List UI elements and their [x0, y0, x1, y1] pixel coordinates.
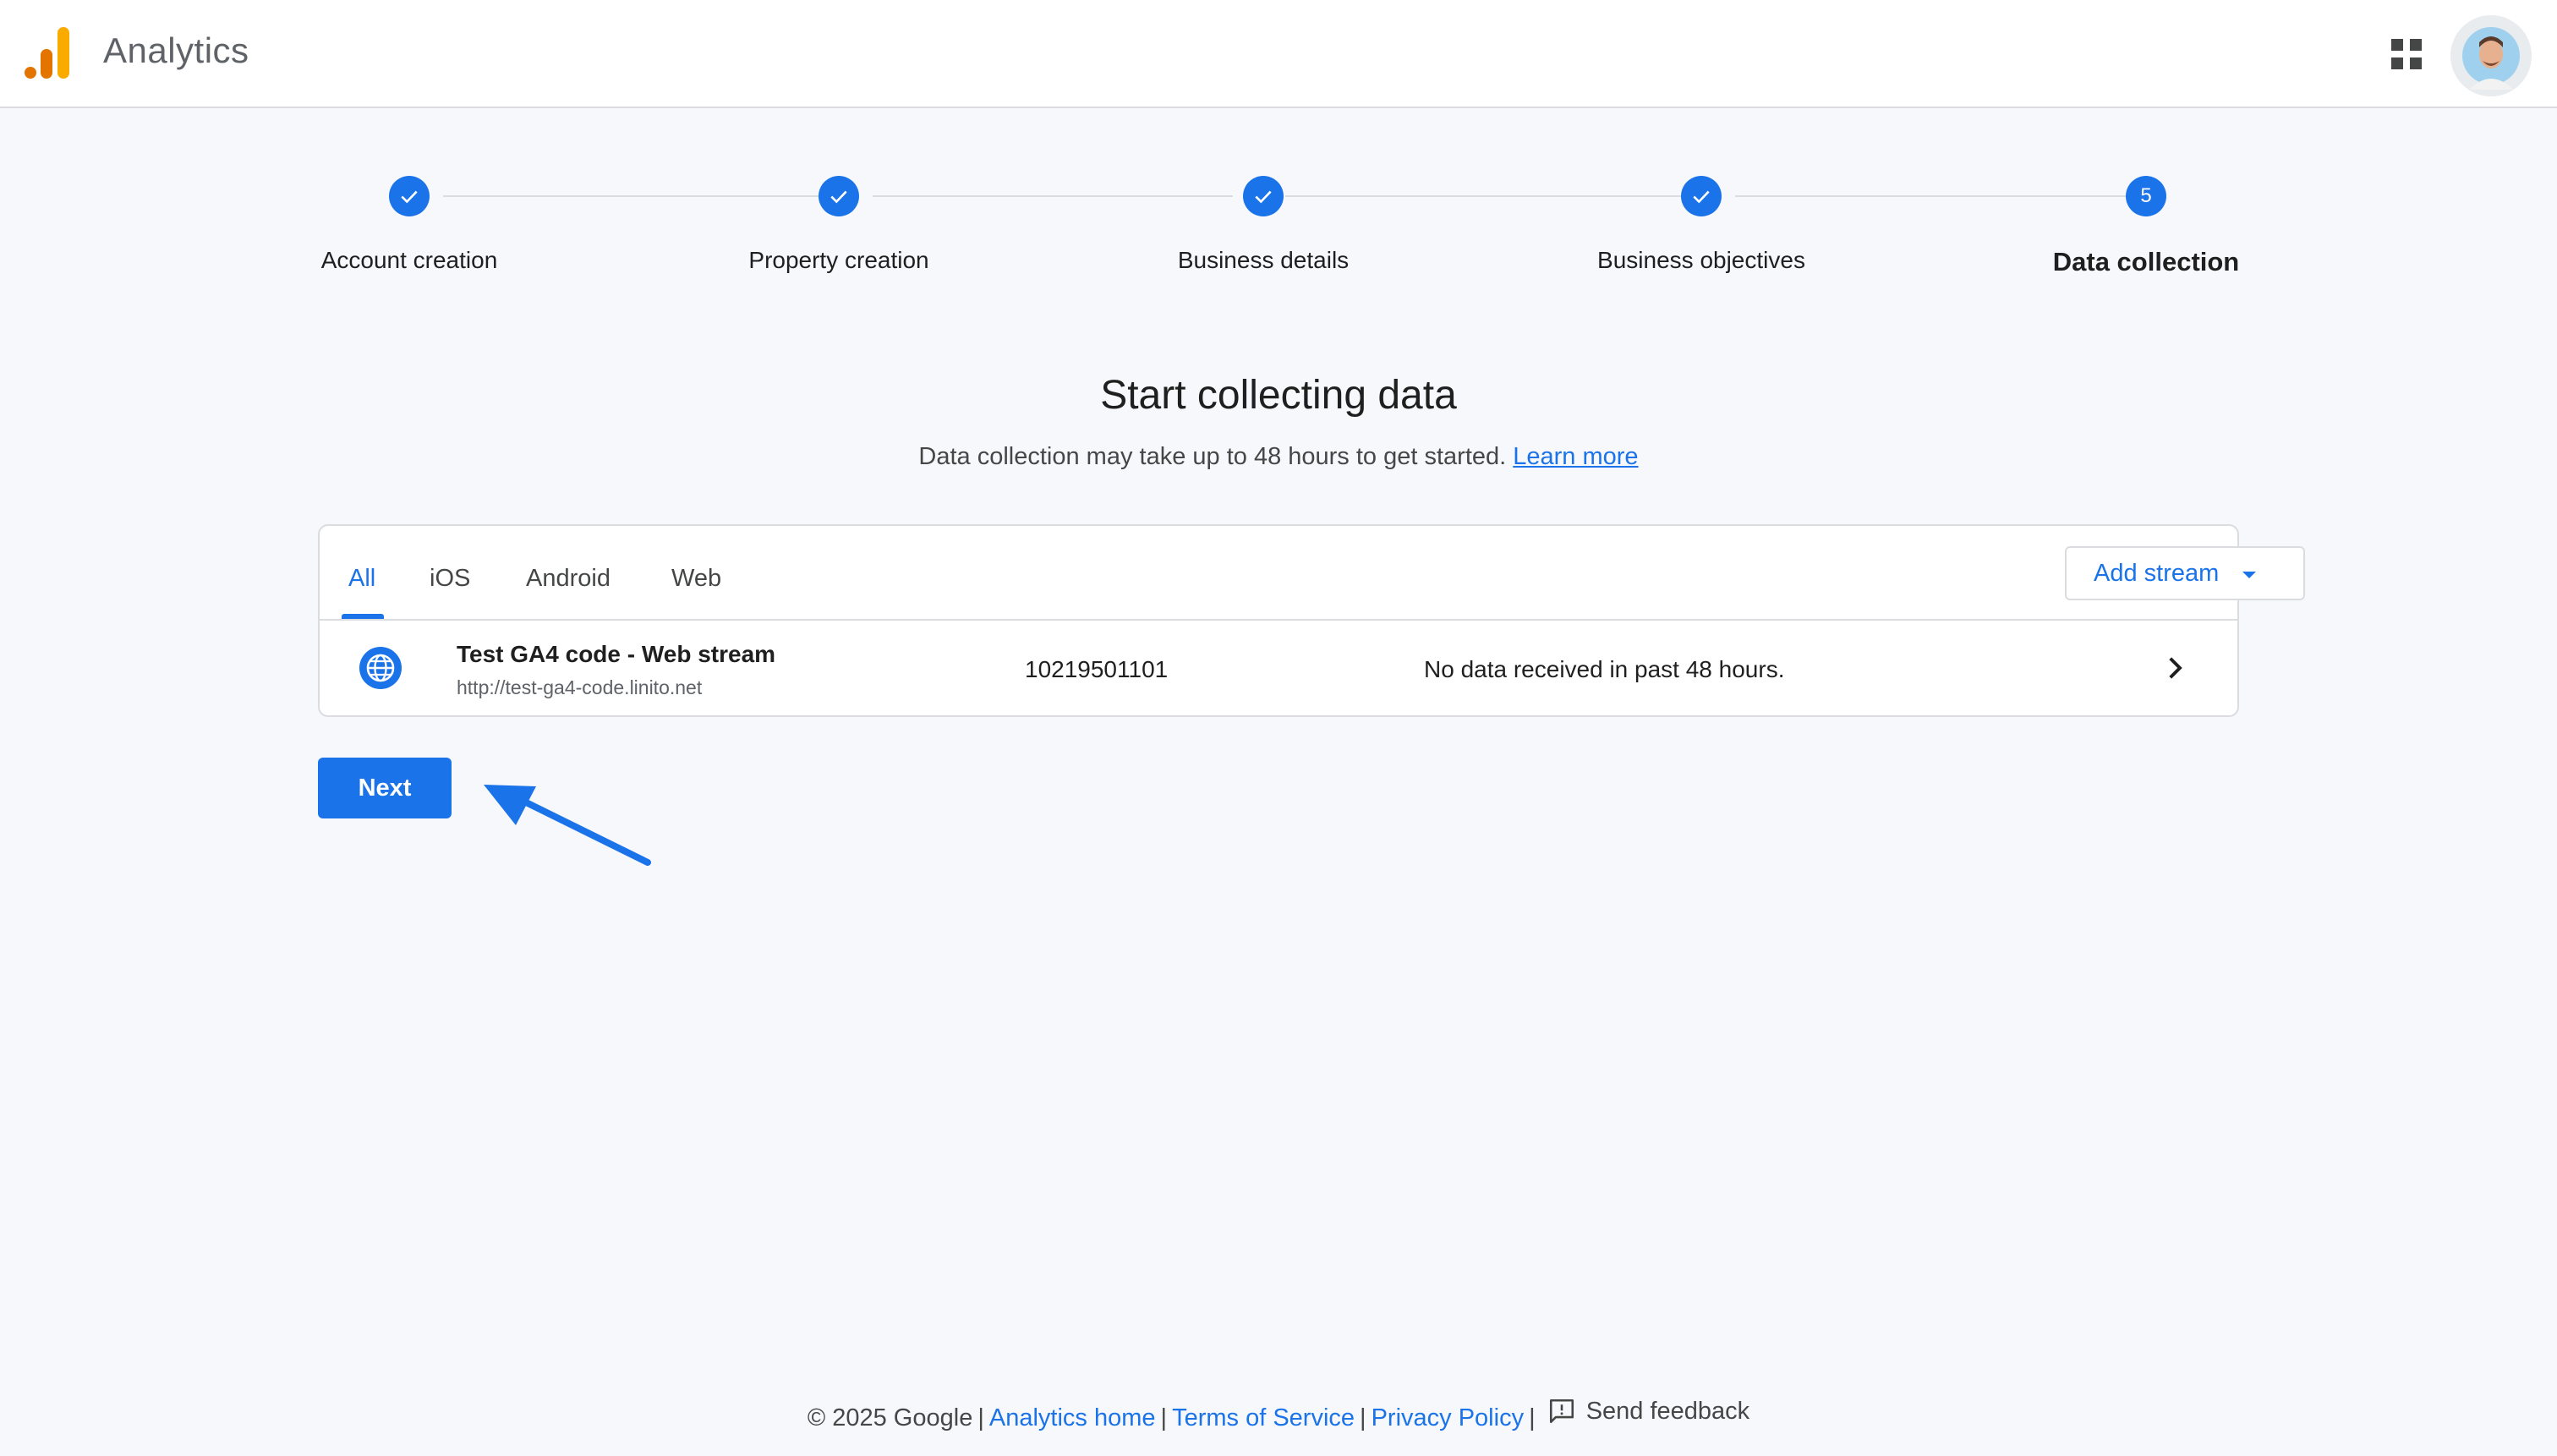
page-footer: © 2025 Google | Analytics home | Terms of Se…	[807, 1397, 1750, 1432]
step-4-check-icon	[1681, 176, 1722, 216]
add-stream-button[interactable]: Add stream	[2065, 546, 2305, 600]
analytics-home-link[interactable]: Analytics home	[989, 1404, 1156, 1431]
annotation-arrow-icon	[484, 785, 651, 866]
active-tab-indicator	[342, 614, 384, 619]
learn-more-link[interactable]: Learn more	[1513, 443, 1638, 470]
step-3-label: Business details	[1177, 247, 1350, 273]
copyright: © 2025 Google	[807, 1404, 973, 1431]
step-1-check-icon	[389, 176, 430, 216]
tab-ios[interactable]: iOS	[430, 565, 470, 593]
setup-stepper: Account creation Property creation Busin…	[0, 0, 2557, 304]
step-connector	[443, 195, 819, 197]
step-connector	[873, 195, 1233, 197]
stream-url: http://test-ga4-code.linito.net	[457, 676, 703, 698]
data-streams-card: All iOS Android Web Add stream Test GA4 …	[318, 524, 2305, 717]
terms-of-service-link[interactable]: Terms of Service	[1172, 1404, 1355, 1431]
page-subtitle: Data collection may take up to 48 hours …	[0, 443, 2557, 471]
tab-web[interactable]: Web	[671, 565, 721, 593]
send-feedback-label: Send feedback	[1585, 1397, 1750, 1425]
tab-all[interactable]: All	[348, 565, 375, 593]
stream-id: 10219501101	[1025, 656, 1169, 682]
page-title: Start collecting data	[1100, 373, 1457, 418]
subtitle-text: Data collection may take up to 48 hours …	[918, 443, 1507, 470]
step-5-number: 5	[2126, 176, 2166, 216]
step-connector	[1735, 195, 2126, 197]
stream-name: Test GA4 code - Web stream	[457, 641, 776, 667]
stream-row[interactable]: Test GA4 code - Web stream http://test-g…	[320, 621, 2237, 717]
stream-status: No data received in past 48 hours.	[1424, 656, 1785, 682]
step-4-label: Business objectives	[1597, 247, 1805, 273]
next-button[interactable]: Next	[318, 758, 452, 818]
chevron-right-icon[interactable]	[2160, 653, 2190, 683]
tab-android[interactable]: Android	[526, 565, 611, 593]
step-1-label: Account creation	[320, 247, 498, 273]
step-5-label: Data collection	[2052, 247, 2240, 276]
add-stream-label: Add stream	[2094, 559, 2220, 587]
globe-icon	[359, 647, 402, 689]
send-feedback-button[interactable]: Send feedback	[1547, 1397, 1749, 1426]
step-3-check-icon	[1243, 176, 1284, 216]
step-2-label: Property creation	[748, 247, 929, 273]
step-2-check-icon	[819, 176, 859, 216]
step-connector	[1285, 195, 1681, 197]
privacy-policy-link[interactable]: Privacy Policy	[1372, 1404, 1525, 1431]
feedback-icon	[1549, 1399, 1574, 1424]
dropdown-caret-icon	[2242, 572, 2256, 578]
stream-tabs: All iOS Android Web Add stream	[320, 526, 2305, 621]
